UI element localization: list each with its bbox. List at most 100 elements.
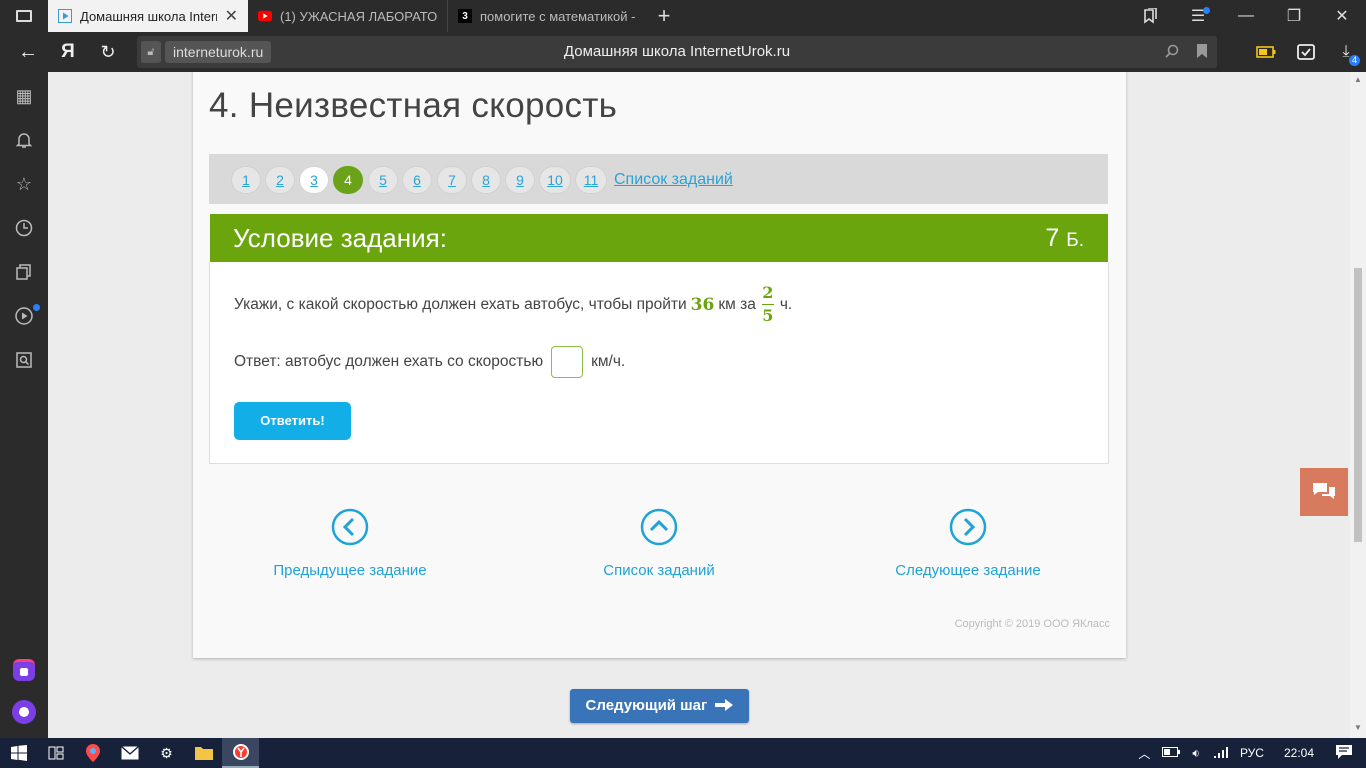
pager-item[interactable]: 9 — [505, 166, 535, 194]
chat-button[interactable] — [1300, 468, 1348, 516]
sidebar-search-button[interactable] — [0, 340, 48, 380]
next-step-button[interactable]: Следующий шаг — [570, 689, 749, 723]
battery-tray-icon[interactable] — [1156, 746, 1186, 760]
play-favicon-icon — [58, 9, 72, 23]
battery-saver-button[interactable] — [1246, 32, 1286, 72]
tab-youtube[interactable]: (1) УЖАСНАЯ ЛАБОРАТОРИ — [248, 0, 448, 32]
tab-znanija[interactable]: 3 помогите с математикой - — [448, 0, 648, 32]
page-scrollbar[interactable]: ▲ ▼ — [1350, 72, 1366, 738]
submit-answer-button[interactable]: Ответить! — [234, 402, 351, 440]
chat-bubbles-icon — [1313, 483, 1335, 499]
chevron-up-circle-icon — [640, 508, 678, 546]
scroll-down-icon[interactable]: ▼ — [1354, 724, 1362, 732]
input-language[interactable]: РУС — [1234, 746, 1270, 760]
tab-interneturok[interactable]: Домашняя школа Intern ✕ — [48, 0, 248, 32]
distance-value: 36 — [690, 294, 715, 315]
page-viewport: 4. Неизвестная скорость 1 2 3 4 5 6 7 8 … — [48, 72, 1350, 738]
maps-app-button[interactable] — [74, 738, 111, 768]
pager-item[interactable]: 10 — [539, 166, 571, 194]
explorer-app-button[interactable] — [185, 738, 222, 768]
pager-item[interactable]: 6 — [402, 166, 432, 194]
bookmark-icon[interactable] — [1197, 43, 1207, 61]
menu-notification-dot — [1203, 7, 1210, 14]
clock-time[interactable]: 22:04 — [1270, 746, 1328, 760]
answer-input[interactable] — [551, 346, 584, 378]
tray-expand-icon[interactable]: ︿ — [1132, 745, 1156, 762]
task-card: 4. Неизвестная скорость 1 2 3 4 5 6 7 8 … — [193, 72, 1126, 658]
task-list-nav-link[interactable]: Список заданий — [559, 508, 759, 579]
new-tab-button[interactable]: + — [648, 0, 680, 32]
distance-unit: км за — [718, 295, 756, 313]
close-window-button[interactable]: ✕ — [1318, 0, 1366, 32]
tabs-panel-button[interactable] — [0, 0, 48, 32]
volume-icon[interactable]: 🔉︎ — [1186, 746, 1206, 761]
fraction-bar — [761, 304, 774, 305]
yandex-browser-app-button[interactable] — [222, 738, 259, 768]
mail-app-button[interactable] — [111, 738, 148, 768]
pager-item[interactable]: 8 — [471, 166, 501, 194]
sidebar-bookmarks-button[interactable]: ☆ — [0, 164, 48, 204]
task-list-link[interactable]: Список заданий — [614, 171, 733, 189]
sidebar-video-button[interactable] — [0, 296, 48, 336]
system-tray: ︿ 🔉︎ РУС 22:04 — [1132, 738, 1366, 768]
sidebar-history-button[interactable] — [0, 208, 48, 248]
chevron-left-circle-icon — [331, 508, 369, 546]
search-icon — [16, 352, 32, 368]
sidebar-collections-button[interactable] — [0, 252, 48, 292]
back-button[interactable]: ← — [8, 32, 48, 72]
tabs-panel-icon — [16, 10, 32, 22]
collections-icon — [16, 264, 31, 280]
pager-item[interactable]: 11 — [575, 166, 607, 194]
arrow-right-icon — [715, 699, 734, 711]
search-page-icon[interactable] — [1165, 44, 1179, 61]
tab-title: (1) УЖАСНАЯ ЛАБОРАТОРИ — [280, 8, 437, 24]
pager-item[interactable]: 1 — [231, 166, 261, 194]
restore-button[interactable]: ❐ — [1270, 0, 1318, 32]
pager-item-current[interactable]: 4 — [333, 166, 363, 194]
close-tab-icon[interactable]: ✕ — [225, 6, 238, 26]
scrollbar-thumb[interactable] — [1354, 268, 1362, 542]
downloads-button[interactable]: ⤓ 4 — [1326, 32, 1366, 72]
pager-item[interactable]: 7 — [437, 166, 467, 194]
prev-task-link[interactable]: Предыдущее задание — [250, 508, 450, 579]
protect-button[interactable] — [1286, 32, 1326, 72]
network-icon[interactable] — [1206, 746, 1234, 761]
sidebar-notifications-button[interactable] — [0, 120, 48, 160]
url-field[interactable]: 🔓︎ interneturok.ru Домашняя школа Intern… — [137, 36, 1217, 68]
task-view-button[interactable] — [37, 738, 74, 768]
sidebar-messenger-button[interactable] — [0, 650, 48, 690]
minimize-button[interactable]: — — [1222, 0, 1270, 32]
notification-dot — [33, 304, 40, 311]
collections-button[interactable] — [1126, 0, 1174, 32]
downloads-badge: 4 — [1348, 55, 1360, 66]
pager-item[interactable]: 3 — [299, 166, 329, 194]
znanija-favicon-icon: 3 — [458, 9, 472, 23]
yandex-logo[interactable]: Я — [48, 32, 88, 72]
reload-button[interactable]: ↻ — [88, 32, 128, 72]
start-button[interactable] — [0, 738, 37, 768]
task-heading: 4. Неизвестная скорость — [209, 86, 618, 125]
messenger-icon — [13, 659, 35, 681]
question-prefix: Укажи, с какой скоростью должен ехать ав… — [234, 295, 687, 313]
sidebar-alice-button[interactable] — [0, 692, 48, 732]
menu-button[interactable]: ☰ — [1174, 0, 1222, 32]
pager-item[interactable]: 5 — [368, 166, 398, 194]
answer-line: Ответ: автобус должен ехать со скоростью… — [234, 346, 625, 378]
map-pin-icon — [85, 744, 100, 762]
scroll-up-icon[interactable]: ▲ — [1354, 76, 1362, 84]
time-fraction: 2 5 — [761, 284, 774, 325]
condition-header: Условие задания: 7 Б. — [210, 214, 1108, 262]
clock-icon — [15, 219, 33, 237]
settings-app-button[interactable]: ⚙ — [148, 738, 185, 768]
question-text: Укажи, с какой скоростью должен ехать ав… — [234, 284, 792, 325]
pager-item[interactable]: 2 — [265, 166, 295, 194]
action-center-icon[interactable] — [1328, 744, 1366, 762]
task-view-icon — [48, 746, 63, 760]
sidebar-tableau-button[interactable]: ▦ — [0, 76, 48, 116]
restore-icon: ❐ — [1286, 8, 1302, 25]
condition-body: Укажи, с какой скоростью должен ехать ав… — [209, 262, 1109, 464]
next-task-link[interactable]: Следующее задание — [868, 508, 1068, 579]
grid-icon: ▦ — [15, 85, 33, 106]
next-task-label: Следующее задание — [895, 562, 1041, 579]
condition-title: Условие задания: — [233, 223, 447, 253]
